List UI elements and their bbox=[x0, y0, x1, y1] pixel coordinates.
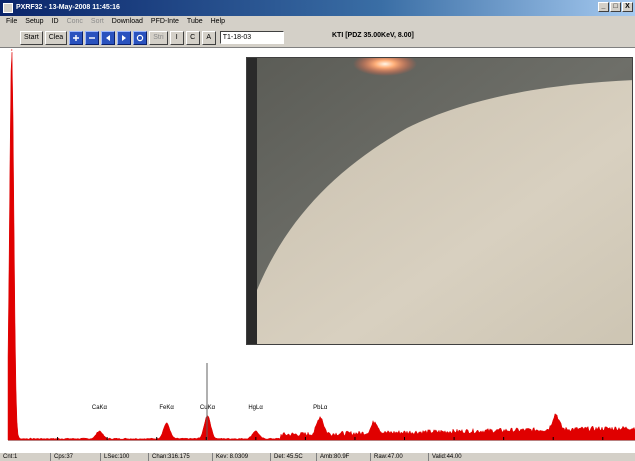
menu-conc[interactable]: Conc bbox=[63, 16, 87, 28]
maximize-button[interactable]: □ bbox=[610, 2, 621, 12]
status-count: Cnt:1 bbox=[3, 454, 18, 460]
c-button[interactable]: C bbox=[185, 30, 200, 45]
spectrum-peak-6 bbox=[374, 427, 376, 429]
window-title: PXRF32 - 13-May-2008 11:45:16 bbox=[16, 4, 120, 11]
stri-button[interactable]: Stri bbox=[149, 30, 168, 45]
peak-label: CaKα bbox=[92, 405, 108, 411]
status-lsec: LSec:100 bbox=[100, 453, 148, 461]
a-button[interactable]: A bbox=[201, 30, 216, 45]
menu-help[interactable]: Help bbox=[207, 16, 229, 28]
clear-button[interactable]: Clea bbox=[44, 30, 68, 45]
peak-label: CuKα bbox=[200, 405, 216, 411]
spectrum-peak-0 bbox=[11, 49, 13, 51]
camera-view bbox=[246, 57, 633, 345]
peak-label: HgLα bbox=[248, 405, 263, 411]
status-chan: Chan:316.175 bbox=[148, 453, 212, 461]
menu-setup[interactable]: Setup bbox=[21, 16, 47, 28]
peak-label: PbLα bbox=[313, 405, 328, 411]
status-valid: Valid:44.00 bbox=[428, 453, 535, 461]
sample-camera-image bbox=[247, 58, 632, 344]
status-bar: Cnt:1 Cps:37 LSec:100 Chan:316.175 Kev: … bbox=[0, 453, 635, 461]
spectrum-peak-7 bbox=[555, 423, 557, 425]
status-cps: Cps:37 bbox=[50, 453, 100, 461]
close-button[interactable]: X bbox=[622, 2, 633, 12]
next-icon[interactable] bbox=[117, 30, 132, 45]
start-button[interactable]: Start bbox=[20, 30, 43, 45]
status-kev: Kev: 8.0309 bbox=[212, 453, 270, 461]
app-icon bbox=[3, 3, 13, 13]
spectrum-peak-4 bbox=[254, 431, 257, 433]
menu-sort[interactable]: Sort bbox=[87, 16, 108, 28]
spectrum-peak-2 bbox=[166, 423, 168, 425]
i-button[interactable]: I bbox=[169, 30, 184, 45]
zoom-out-icon[interactable] bbox=[85, 30, 100, 45]
sample-id-input[interactable] bbox=[219, 31, 284, 44]
menu-id[interactable]: ID bbox=[48, 16, 63, 28]
acquisition-status: KTI [PDZ 35.00KeV, 8.00] bbox=[332, 32, 414, 39]
minimize-button[interactable]: _ bbox=[598, 2, 609, 12]
status-det: Det: 45.5C bbox=[270, 453, 316, 461]
peak-label: FeKα bbox=[159, 405, 174, 411]
menu-pfd-inte[interactable]: PFD-Inte bbox=[147, 16, 183, 28]
refresh-icon[interactable] bbox=[133, 30, 148, 45]
spectrum-peak-5 bbox=[319, 421, 321, 424]
menu-download[interactable]: Download bbox=[108, 16, 147, 28]
title-bar: PXRF32 - 13-May-2008 11:45:16 _ □ X bbox=[0, 0, 635, 16]
spectrum-peak-1 bbox=[98, 431, 101, 433]
menu-bar: File Setup ID Conc Sort Download PFD-Int… bbox=[0, 16, 635, 28]
toolbar: Start Clea Stri I C A bbox=[0, 28, 635, 48]
menu-tube[interactable]: Tube bbox=[183, 16, 207, 28]
status-raw: Raw:47.00 bbox=[370, 453, 428, 461]
menu-file[interactable]: File bbox=[2, 16, 21, 28]
status-amb: Amb:80.9F bbox=[316, 453, 370, 461]
zoom-in-icon[interactable] bbox=[69, 30, 84, 45]
prev-icon[interactable] bbox=[101, 30, 116, 45]
